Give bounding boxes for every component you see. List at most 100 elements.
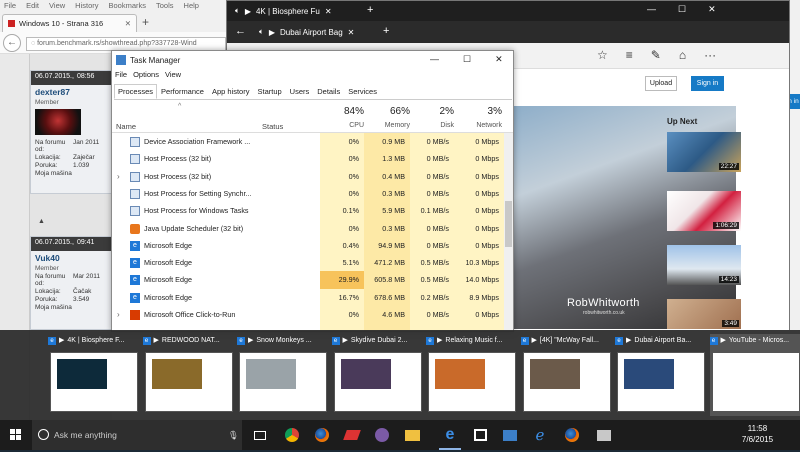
process-row[interactable]: ›Host Process (32 bit)0%0.4 MB0 MB/s0 Mb… <box>112 168 504 185</box>
info-label[interactable]: Moja mašina <box>35 170 73 177</box>
menu-file[interactable]: File <box>4 0 16 13</box>
task-manager-taskbar-icon[interactable] <box>496 420 524 450</box>
firefox-icon[interactable] <box>558 420 586 450</box>
close-icon[interactable]: ✕ <box>125 19 131 28</box>
info-label[interactable]: Moja mašina <box>35 304 73 311</box>
menu-history[interactable]: History <box>75 0 98 13</box>
firefox-icon[interactable] <box>308 420 336 450</box>
process-row[interactable]: Java Update Scheduler (32 bit)0%0.3 MB0 … <box>112 220 504 237</box>
signin-button[interactable]: Sign in <box>691 76 724 91</box>
process-row[interactable]: eMicrosoft Edge0.4%94.9 MB0 MB/s0 Mbps <box>112 237 504 254</box>
share-icon[interactable]: ⌂ <box>679 48 686 62</box>
upload-button[interactable]: Upload <box>645 76 677 91</box>
window-thumbnail[interactable]: e▶Relaxing Music f... <box>426 334 518 416</box>
process-row[interactable]: eMicrosoft Edge5.1%471.2 MB0.5 MB/s10.3 … <box>112 254 504 271</box>
col-network[interactable]: Network <box>454 122 502 129</box>
menu-options[interactable]: Options <box>133 70 159 79</box>
col-disk[interactable]: Disk <box>410 122 454 129</box>
app-icon-window[interactable] <box>590 420 618 450</box>
close-icon[interactable]: ✕ <box>708 4 716 15</box>
window-thumbnail[interactable]: e▶Dubai Airport Ba... <box>615 334 707 416</box>
internet-explorer-icon[interactable]: ℯ <box>526 420 554 450</box>
process-row[interactable]: Host Process for Windows Tasks0.1%5.9 MB… <box>112 202 504 219</box>
disk-total[interactable]: 2% <box>410 106 454 117</box>
window-thumbnail[interactable]: e▶Snow Monkeys ... <box>237 334 329 416</box>
cpu-total[interactable]: 84% <box>320 106 364 117</box>
maximize-icon[interactable]: ☐ <box>463 54 471 65</box>
close-icon[interactable]: ✕ <box>325 7 332 16</box>
menu-edit[interactable]: Edit <box>26 0 39 13</box>
new-tab-button[interactable]: + <box>142 15 149 29</box>
up-next-thumbnail[interactable]: 14:23 <box>667 245 741 285</box>
warning-icon[interactable]: ▲ <box>38 218 112 228</box>
tab-processes[interactable]: Processes <box>114 84 157 99</box>
window-thumbnail[interactable]: e▶REDWOOD NAT... <box>143 334 235 416</box>
process-row[interactable]: eMicrosoft Edge29.9%605.8 MB0.5 MB/s14.0… <box>112 271 504 288</box>
scrollbar-thumb[interactable] <box>505 201 512 247</box>
hub-icon[interactable]: ≡ <box>626 48 633 62</box>
menu-view[interactable]: View <box>165 70 181 79</box>
start-button[interactable] <box>0 420 32 450</box>
process-row[interactable]: Device Association Framework ...0%0.9 MB… <box>112 133 504 150</box>
favorite-star-icon[interactable]: ☆ <box>597 48 608 62</box>
tab-services[interactable]: Services <box>344 84 381 99</box>
minimize-icon[interactable]: — <box>430 54 439 65</box>
process-row[interactable]: Host Process for Setting Synchr...0%0.3 … <box>112 185 504 202</box>
window-thumbnail[interactable]: e▶[4K] "McWay Fall... <box>521 334 613 416</box>
up-next-thumbnail[interactable]: 3:49 <box>667 299 741 329</box>
cortana-search-box[interactable]: Ask me anything 🎙︎ <box>32 420 242 450</box>
edge-icon[interactable]: e <box>436 420 464 450</box>
up-next-thumbnail[interactable]: 1:06:29 <box>667 191 741 231</box>
maximize-icon[interactable]: ☐ <box>678 4 686 15</box>
edge-tab-dubai[interactable]: 🔈︎ ▶ Dubai Airport Bag ✕ <box>251 21 381 43</box>
firefox-menubar: File Edit View History Bookmarks Tools H… <box>0 0 230 13</box>
chrome-icon[interactable] <box>278 420 306 450</box>
window-thumbnail[interactable]: e▶4K | Biosphere F... <box>48 334 140 416</box>
window-thumbnail[interactable]: e▶YouTube - Micros... <box>710 334 800 416</box>
system-clock[interactable]: 11:58 7/6/2015 <box>735 423 780 445</box>
memory-total[interactable]: 66% <box>364 106 410 117</box>
new-tab-button[interactable]: + <box>383 25 389 37</box>
col-status[interactable]: Status <box>262 122 283 131</box>
up-next-thumbnail[interactable]: 22:27 <box>667 132 741 172</box>
file-explorer-icon[interactable] <box>398 420 426 450</box>
menu-tools[interactable]: Tools <box>156 0 174 13</box>
post-username[interactable]: Vuk40 <box>31 251 111 265</box>
back-button[interactable]: ← <box>3 34 21 52</box>
tab-performance[interactable]: Performance <box>157 84 208 99</box>
tab-users[interactable]: Users <box>286 84 314 99</box>
menu-bookmarks[interactable]: Bookmarks <box>109 0 147 13</box>
minimize-icon[interactable]: — <box>647 4 656 15</box>
web-note-icon[interactable]: ✎ <box>651 48 661 62</box>
col-cpu[interactable]: CPU <box>320 122 364 129</box>
address-bar[interactable]: ◌ forum.benchmark.rs/showthread.php?3377… <box>26 37 226 51</box>
close-icon[interactable]: ✕ <box>348 28 355 37</box>
task-view-icon[interactable] <box>246 420 274 450</box>
store-icon[interactable] <box>466 420 494 450</box>
expand-chevron-icon[interactable]: › <box>117 168 120 185</box>
expand-chevron-icon[interactable]: › <box>117 306 120 323</box>
back-icon[interactable]: ← <box>235 25 246 37</box>
network-total[interactable]: 3% <box>454 106 502 117</box>
app-icon-red[interactable] <box>338 420 366 450</box>
menu-file[interactable]: File <box>115 70 127 79</box>
new-tab-button[interactable]: + <box>367 4 373 16</box>
col-memory[interactable]: Memory <box>364 122 410 129</box>
firefox-tab[interactable]: Windows 10 - Strana 316 ✕ <box>2 14 137 32</box>
window-thumbnail[interactable]: e▶Skydive Dubai 2... <box>332 334 424 416</box>
tab-app-history[interactable]: App history <box>208 84 254 99</box>
viber-icon[interactable] <box>368 420 396 450</box>
process-row[interactable]: ›Microsoft Office Click-to-Run0%4.6 MB0 … <box>112 306 504 323</box>
process-row[interactable]: eMicrosoft Edge16.7%678.6 MB0.2 MB/s8.9 … <box>112 289 504 306</box>
process-row[interactable]: Host Process (32 bit)0%1.3 MB0 MB/s0 Mbp… <box>112 150 504 167</box>
menu-help[interactable]: Help <box>184 0 199 13</box>
menu-view[interactable]: View <box>49 0 65 13</box>
microphone-icon[interactable]: 🎙︎ <box>228 420 239 450</box>
post-username[interactable]: dexter87 <box>31 85 111 99</box>
tab-details[interactable]: Details <box>313 84 344 99</box>
edge-tab-biosphere[interactable]: 🔈︎ ▶ 4K | Biosphere Fu ✕ <box>227 1 357 21</box>
close-icon[interactable]: ✕ <box>495 54 503 65</box>
tab-startup[interactable]: Startup <box>253 84 285 99</box>
col-name[interactable]: Name <box>116 122 136 131</box>
more-icon[interactable]: ··· <box>704 48 716 62</box>
